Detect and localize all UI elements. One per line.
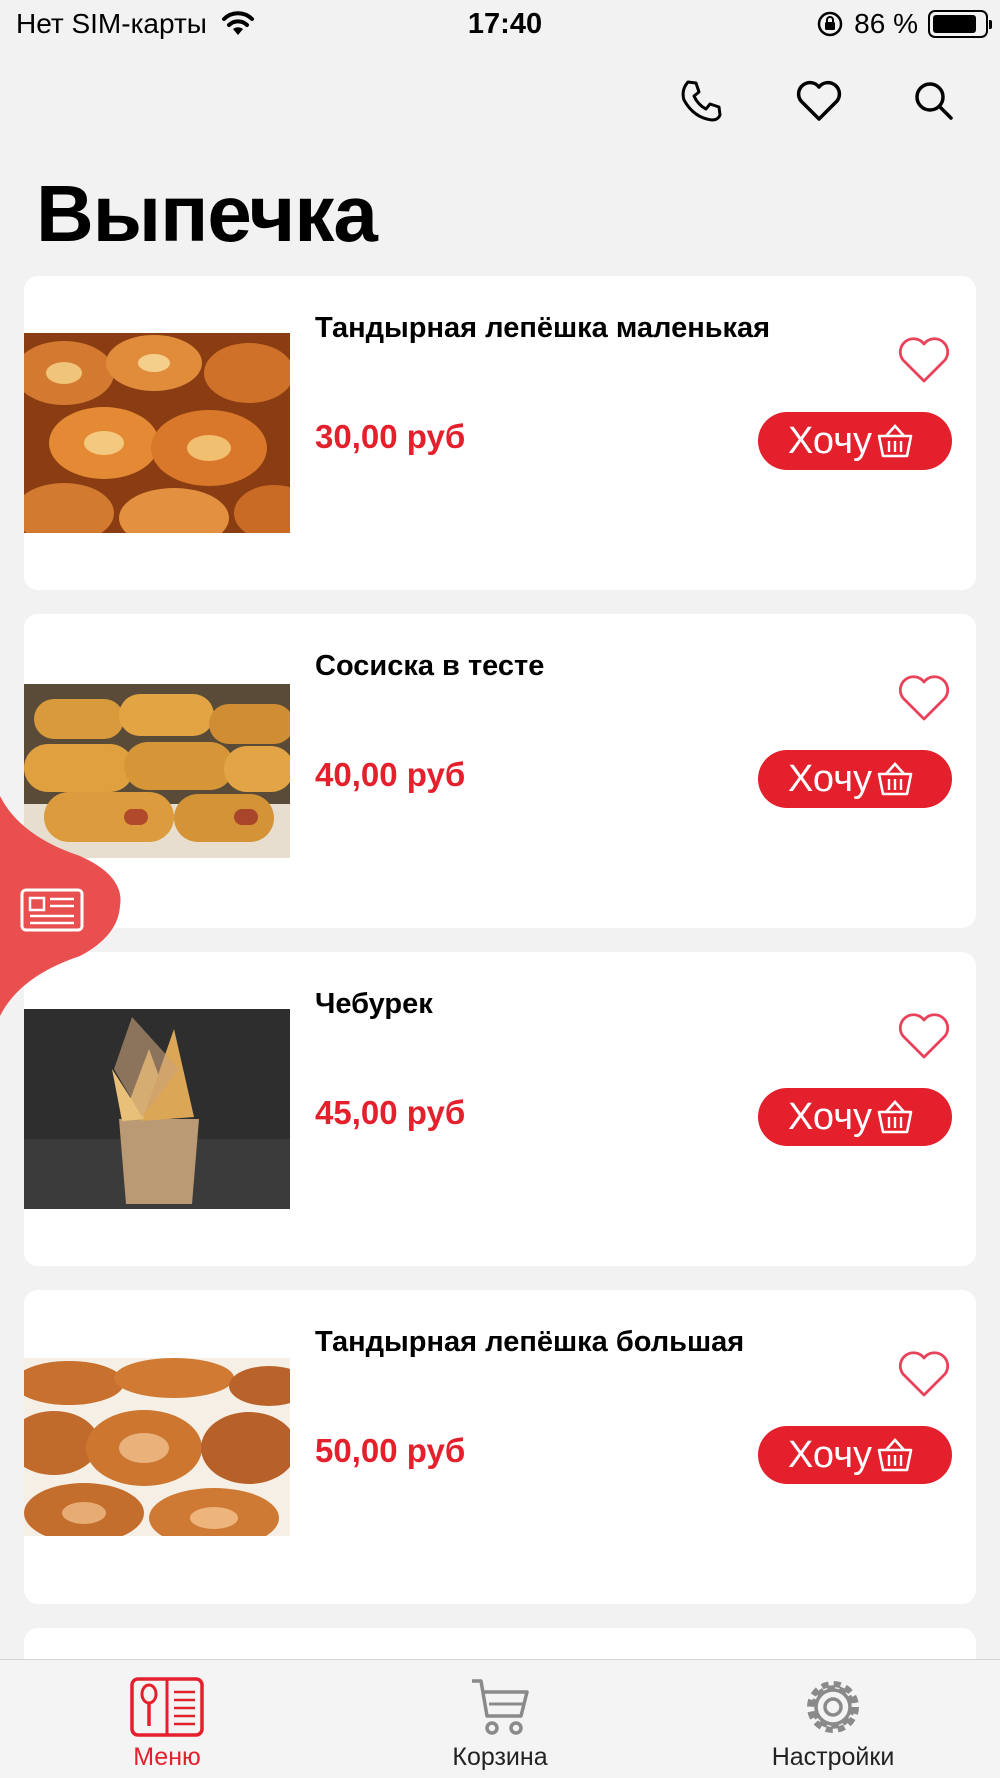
product-name: Тандырная лепёшка большая [315,1326,745,1358]
battery-icon [928,10,992,38]
tab-menu-label: Меню [133,1743,201,1771]
product-name: Сосиска в тесте [315,650,545,682]
status-bar: Нет SIM-карты 17:40 86 % [0,0,1000,50]
product-card[interactable]: Тандырная лепёшка маленькая 30,00 руб Хо… [24,276,976,590]
product-price: 40,00 руб [315,756,466,793]
tab-settings[interactable]: Настройки [733,1660,933,1778]
favorite-heart-icon[interactable] [896,1348,952,1400]
phone-icon [681,80,722,122]
add-to-cart-button[interactable]: Хочу [758,412,952,470]
basket-icon [877,424,913,458]
battery-percent: 86 % [854,8,918,39]
product-price: 50,00 руб [315,1432,466,1469]
add-to-cart-label: Хочу [788,757,873,800]
product-card[interactable]: Сосиска в тесте 40,00 руб Хочу [24,614,976,928]
cart-icon [472,1679,529,1735]
product-image [24,1009,290,1209]
add-to-cart-label: Хочу [788,1095,873,1138]
product-name: Тандырная лепёшка маленькая [315,312,771,344]
product-price: 30,00 руб [315,418,466,455]
status-right: 86 % [816,8,992,40]
tab-menu[interactable]: Меню [67,1660,267,1778]
tab-settings-label: Настройки [771,1743,895,1771]
product-name: Чебурек [315,988,433,1020]
add-to-cart-button[interactable]: Хочу [758,1088,952,1146]
search-icon [915,82,953,120]
favorite-heart-icon[interactable] [896,672,952,724]
gear-icon [807,1681,859,1733]
product-card[interactable]: Тандырная лепёшка большая 50,00 руб Хочу [24,1290,976,1604]
basket-icon [877,762,913,796]
product-image [24,1358,290,1536]
favorites-button[interactable] [794,76,844,126]
add-to-cart-label: Хочу [788,1433,873,1476]
tab-cart-label: Корзина [452,1743,548,1771]
add-to-cart-label: Хочу [788,419,873,462]
rotation-lock-icon [817,11,843,37]
heart-icon [796,80,842,121]
news-side-tab[interactable] [0,796,122,1016]
bottom-tab-bar: Меню Корзина Настройки [0,1659,1000,1778]
basket-icon [877,1100,913,1134]
add-to-cart-button[interactable]: Хочу [758,1426,952,1484]
menu-book-icon [130,1677,204,1737]
phone-button[interactable] [676,76,726,126]
favorite-heart-icon[interactable] [896,334,952,386]
tab-cart[interactable]: Корзина [400,1660,600,1778]
add-to-cart-button[interactable]: Хочу [758,750,952,808]
page-title: Выпечка [36,169,378,258]
header-actions [0,76,1000,136]
product-card[interactable]: Чебурек 45,00 руб Хочу [24,952,976,1266]
product-price: 45,00 руб [315,1094,466,1131]
basket-icon [877,1438,913,1472]
product-image [24,333,290,533]
search-button[interactable] [909,76,959,126]
favorite-heart-icon[interactable] [896,1010,952,1062]
